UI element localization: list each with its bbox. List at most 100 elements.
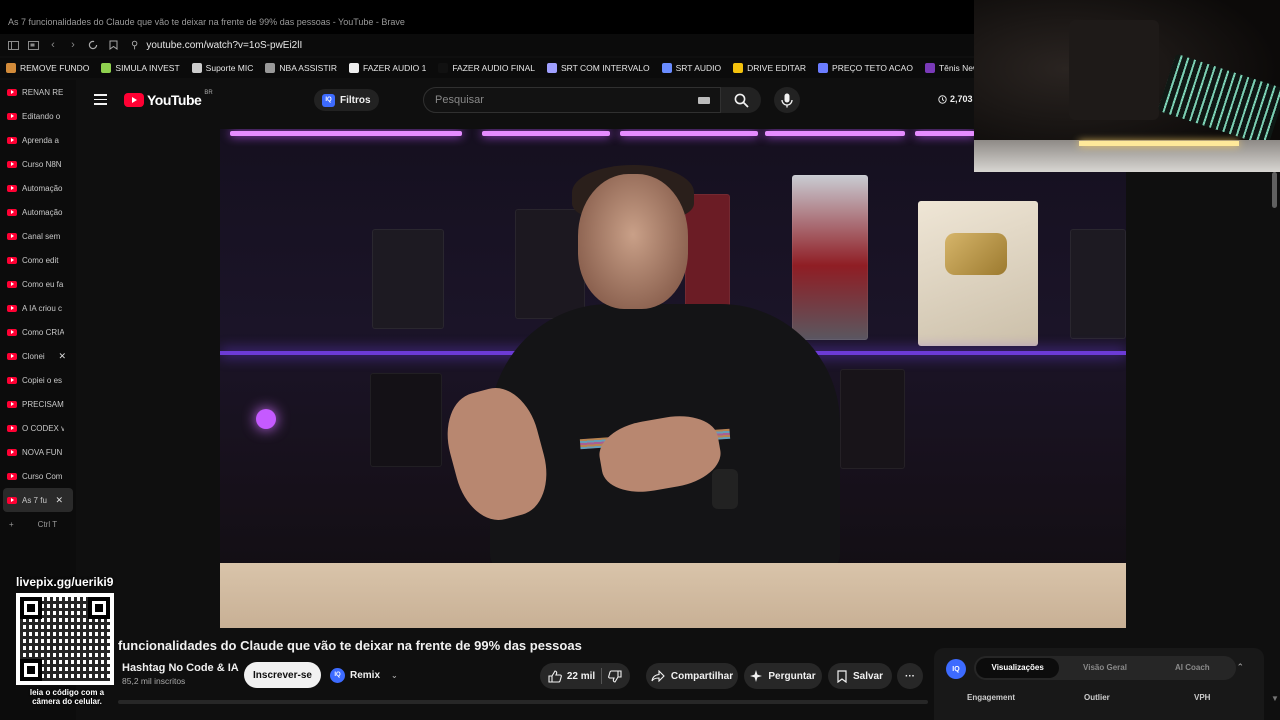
browser-tab[interactable]: Editando o bbox=[0, 104, 76, 128]
iq-analytics-panel: IQ Visualizações Visão Geral AI Coach ⌃ En… bbox=[934, 648, 1264, 720]
bookmark-favicon bbox=[191, 63, 202, 73]
bookmark-icon[interactable] bbox=[103, 35, 123, 55]
filters-button[interactable]: IQ Filtros bbox=[314, 89, 379, 111]
window-title: As 7 funcionalidades do Claude que vão t… bbox=[8, 17, 405, 27]
voice-search-button[interactable] bbox=[774, 87, 800, 113]
bookmark-item[interactable]: FAZER AUDIO FINAL bbox=[438, 63, 535, 73]
like-button[interactable]: 22 mil bbox=[548, 669, 595, 683]
back-icon[interactable]: ‹ bbox=[43, 35, 63, 55]
browser-tab[interactable]: Aprenda a bbox=[0, 128, 76, 152]
shelf-light bbox=[482, 131, 610, 136]
bookmark-favicon bbox=[546, 63, 557, 73]
tab-label: Como edit bbox=[22, 255, 59, 265]
menu-icon[interactable] bbox=[94, 94, 107, 105]
browser-tab[interactable]: Clonei ✕ bbox=[0, 344, 76, 368]
bookmark-item[interactable]: REMOVE FUNDO bbox=[6, 63, 89, 73]
wall-frame bbox=[372, 229, 444, 329]
browser-tab[interactable]: Curso Com bbox=[0, 464, 76, 488]
sidebar-toggle-icon[interactable] bbox=[3, 35, 23, 55]
browser-tab[interactable]: Automação bbox=[0, 200, 76, 224]
bookmark-favicon bbox=[438, 63, 449, 73]
save-button[interactable]: Salvar bbox=[828, 663, 892, 689]
ask-button[interactable]: Perguntar bbox=[744, 663, 822, 689]
watch-time-counter: 2,703 bbox=[938, 94, 973, 104]
wooden-desk bbox=[220, 563, 1126, 628]
browser-tab[interactable]: As 7 fu ✕ bbox=[3, 488, 73, 512]
dislike-button[interactable] bbox=[608, 669, 622, 683]
keyboard-icon[interactable] bbox=[698, 97, 710, 104]
chevron-up-icon[interactable]: ⌃ bbox=[1236, 662, 1244, 673]
desk-led-strip bbox=[1079, 141, 1239, 146]
thumbs-up-icon bbox=[548, 669, 562, 683]
iq-icon: IQ bbox=[330, 667, 345, 683]
bookmark-label: Suporte MIC bbox=[205, 63, 254, 73]
video-player[interactable] bbox=[220, 129, 1126, 628]
tab-label: Canal sem bbox=[22, 231, 61, 241]
bookmark-item[interactable]: SIMULA INVEST bbox=[101, 63, 180, 73]
webcam-background-object bbox=[1069, 20, 1159, 120]
search-button[interactable] bbox=[721, 87, 761, 113]
bookmark-label: PREÇO TETO ACAO bbox=[832, 63, 913, 73]
share-button[interactable]: Compartilhar bbox=[646, 663, 738, 689]
browser-tab[interactable]: O CODEX v bbox=[0, 416, 76, 440]
more-actions-button[interactable]: ··· bbox=[897, 663, 923, 689]
bookmark-item[interactable]: SRT AUDIO bbox=[661, 63, 721, 73]
bookmark-item[interactable]: SRT COM INTERVALO bbox=[546, 63, 650, 73]
browser-tab[interactable]: Como CRIA bbox=[0, 320, 76, 344]
page-scrollbar[interactable] bbox=[1272, 172, 1277, 208]
bookmark-favicon bbox=[101, 63, 112, 73]
browser-tab[interactable]: RENAN RE bbox=[0, 80, 76, 104]
browser-tab[interactable]: NOVA FUN bbox=[0, 440, 76, 464]
iq-metric-columns: Engagement Outlier VPH bbox=[934, 693, 1264, 702]
close-tab-icon[interactable]: ✕ bbox=[58, 351, 66, 362]
browser-tab[interactable]: PRECISAMO bbox=[0, 392, 76, 416]
reload-icon[interactable] bbox=[83, 35, 103, 55]
browser-tab[interactable]: Como edit bbox=[0, 248, 76, 272]
tab-manager-icon[interactable] bbox=[23, 35, 43, 55]
lit-keyboard bbox=[1157, 53, 1280, 147]
tab-label: Aprenda a bbox=[22, 135, 59, 145]
browser-tab[interactable]: Canal sem bbox=[0, 224, 76, 248]
new-tab-button[interactable]: + Ctrl T bbox=[0, 512, 76, 536]
search-input[interactable]: Pesquisar bbox=[423, 87, 721, 113]
browser-tab[interactable]: Copiei o es bbox=[0, 368, 76, 392]
shelf-light bbox=[230, 131, 462, 136]
youtube-favicon bbox=[7, 160, 17, 168]
bookmark-item[interactable]: PREÇO TETO ACAO bbox=[818, 63, 913, 73]
forward-icon[interactable]: › bbox=[63, 35, 83, 55]
bookmark-item[interactable]: NBA ASSISTIR bbox=[265, 63, 337, 73]
iq-tab[interactable]: Visualizações bbox=[976, 658, 1060, 678]
channel-name[interactable]: Hashtag No Code & IA bbox=[122, 662, 239, 674]
tab-label: NOVA FUN bbox=[22, 447, 63, 457]
scroll-down-arrow[interactable]: ▼ bbox=[1271, 694, 1279, 703]
close-tab-icon[interactable]: ✕ bbox=[55, 495, 63, 506]
channel-info[interactable]: Hashtag No Code & IA 85,2 mil inscritos bbox=[122, 662, 239, 686]
bookmark-item[interactable]: Tênis New Balance 2... bbox=[924, 63, 975, 73]
more-icon: ··· bbox=[905, 670, 915, 682]
bookmark-favicon bbox=[661, 63, 672, 73]
youtube-logo[interactable]: YouTube BR bbox=[124, 90, 213, 108]
site-settings-icon[interactable]: ⚲ bbox=[131, 40, 138, 51]
bookmark-favicon bbox=[265, 63, 276, 73]
bookmark-label: DRIVE EDITAR bbox=[747, 63, 807, 73]
new-tab-shortcut: Ctrl T bbox=[37, 519, 58, 529]
browser-tab[interactable]: Curso N8N bbox=[0, 152, 76, 176]
browser-tab[interactable]: Automação bbox=[0, 176, 76, 200]
subscribe-button[interactable]: Inscrever-se bbox=[244, 662, 321, 688]
remix-label: Remix bbox=[350, 669, 381, 681]
remix-button[interactable]: IQ Remix ⌄ bbox=[330, 664, 398, 686]
iq-tab[interactable]: Visão Geral bbox=[1063, 658, 1146, 678]
bookmark-label: SRT COM INTERVALO bbox=[560, 63, 650, 73]
youtube-favicon bbox=[7, 304, 17, 312]
url-field[interactable]: ⚲ youtube.com/watch?v=1oS-pwEi2lI bbox=[131, 40, 302, 51]
bookmark-item[interactable]: Suporte MIC bbox=[191, 63, 254, 73]
bookmark-item[interactable]: FAZER AUDIO 1 bbox=[349, 63, 426, 73]
bookmark-item[interactable]: DRIVE EDITAR bbox=[733, 63, 806, 73]
country-code: BR bbox=[204, 90, 213, 96]
browser-tab[interactable]: A IA criou c bbox=[0, 296, 76, 320]
like-divider bbox=[601, 668, 603, 684]
iq-tab[interactable]: AI Coach bbox=[1151, 658, 1234, 678]
iq-logo-icon: IQ bbox=[946, 659, 966, 679]
bookmark-label: FAZER AUDIO 1 bbox=[363, 63, 427, 73]
browser-tab[interactable]: Como eu fa bbox=[0, 272, 76, 296]
